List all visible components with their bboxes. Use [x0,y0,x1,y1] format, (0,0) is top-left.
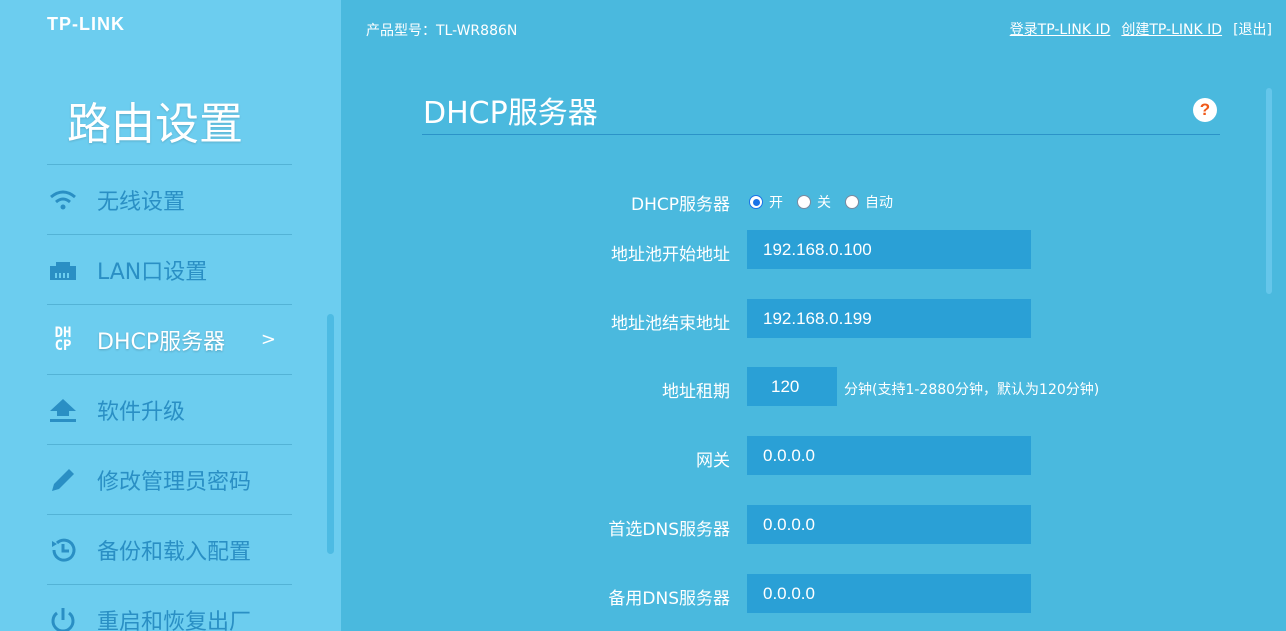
sidebar-item-dhcp[interactable]: DH CP DHCP服务器 > [47,304,292,374]
sidebar-menu: 无线设置 LAN口设置 DHCP DHCP服务器 > 软件升级 修改管理员密码 [47,164,292,631]
sidebar: TP-LINK 路由设置 无线设置 LAN口设置 DH CP DHCP服务器 > … [0,0,341,631]
dhcp-off-radio[interactable]: 关 [797,192,831,212]
section-title: 路由设置 [67,99,243,150]
power-icon [47,604,79,631]
radio-unchecked-icon [797,195,811,209]
gateway-row: 网关 [422,436,1222,476]
history-icon [47,534,79,566]
logout-link[interactable]: [退出] [1233,19,1272,39]
pool-start-input[interactable] [747,230,1031,269]
radio-label: 关 [817,195,831,211]
dhcp-auto-radio[interactable]: 自动 [845,192,893,212]
sidebar-item-lan[interactable]: LAN口设置 [47,234,292,304]
help-icon[interactable]: ? [1193,98,1217,122]
dhcp-toggle-row: DHCP服务器 开 关 自动 [422,180,1222,220]
radio-label: 开 [769,195,783,211]
tp-link-logo: TP-LINK [47,14,125,34]
product-model: 产品型号：TL-WR886N [366,23,518,39]
dhcp-radio-group: 开 关 自动 [749,192,893,212]
lease-row: 地址租期 分钟(支持1-2880分钟，默认为120分钟) [422,367,1222,407]
sidebar-scrollbar[interactable] [327,314,334,554]
create-tplink-id-link[interactable]: 创建TP-LINK ID [1121,19,1222,39]
sidebar-item-label: 备份和载入配置 [97,539,252,565]
pool-start-label: 地址池开始地址 [611,245,730,265]
pool-end-label: 地址池结束地址 [611,314,730,334]
sidebar-item-label: 修改管理员密码 [97,469,252,495]
dns1-label: 首选DNS服务器 [608,520,730,540]
radio-checked-icon [749,195,763,209]
upload-icon [47,394,79,426]
dhcp-on-radio[interactable]: 开 [749,192,783,212]
dns2-input[interactable] [747,574,1031,613]
dns2-label: 备用DNS服务器 [608,589,730,609]
dns2-row: 备用DNS服务器 [422,574,1222,614]
gateway-input[interactable] [747,436,1031,475]
dhcp-icon: DH CP [54,324,72,354]
sidebar-item-label: LAN口设置 [97,259,208,285]
lease-hint: 分钟(支持1-2880分钟，默认为120分钟) [844,382,1100,398]
page-title: DHCP服务器 [423,96,598,131]
gateway-label: 网关 [696,451,730,471]
pool-start-row: 地址池开始地址 [422,230,1222,270]
dhcp-label: DHCP服务器 [631,195,730,215]
sidebar-item-password[interactable]: 修改管理员密码 [47,444,292,514]
sidebar-item-label: 软件升级 [97,399,186,425]
pool-end-input[interactable] [747,299,1031,338]
lease-label: 地址租期 [662,382,730,402]
sidebar-item-label: DHCP服务器 [97,329,226,355]
chevron-right-icon: > [260,329,276,350]
lease-input[interactable] [747,367,837,406]
sidebar-item-upgrade[interactable]: 软件升级 [47,374,292,444]
pool-end-row: 地址池结束地址 [422,299,1222,339]
radio-unchecked-icon [845,195,859,209]
sidebar-item-label: 重启和恢复出厂 [97,609,252,631]
wifi-icon [47,184,79,216]
dns1-input[interactable] [747,505,1031,544]
pencil-icon [47,464,79,496]
login-tplink-id-link[interactable]: 登录TP-LINK ID [1010,19,1111,39]
lan-port-icon [47,254,79,286]
sidebar-item-reboot[interactable]: 重启和恢复出厂 [47,584,292,631]
sidebar-item-backup[interactable]: 备份和载入配置 [47,514,292,584]
dns1-row: 首选DNS服务器 [422,505,1222,545]
sidebar-item-label: 无线设置 [97,189,186,215]
account-links: 登录TP-LINK ID 创建TP-LINK ID [退出] [1010,19,1272,39]
sidebar-item-wireless[interactable]: 无线设置 [47,164,292,234]
main-scrollbar[interactable] [1266,88,1272,294]
radio-label: 自动 [865,195,893,211]
title-divider [422,134,1220,135]
